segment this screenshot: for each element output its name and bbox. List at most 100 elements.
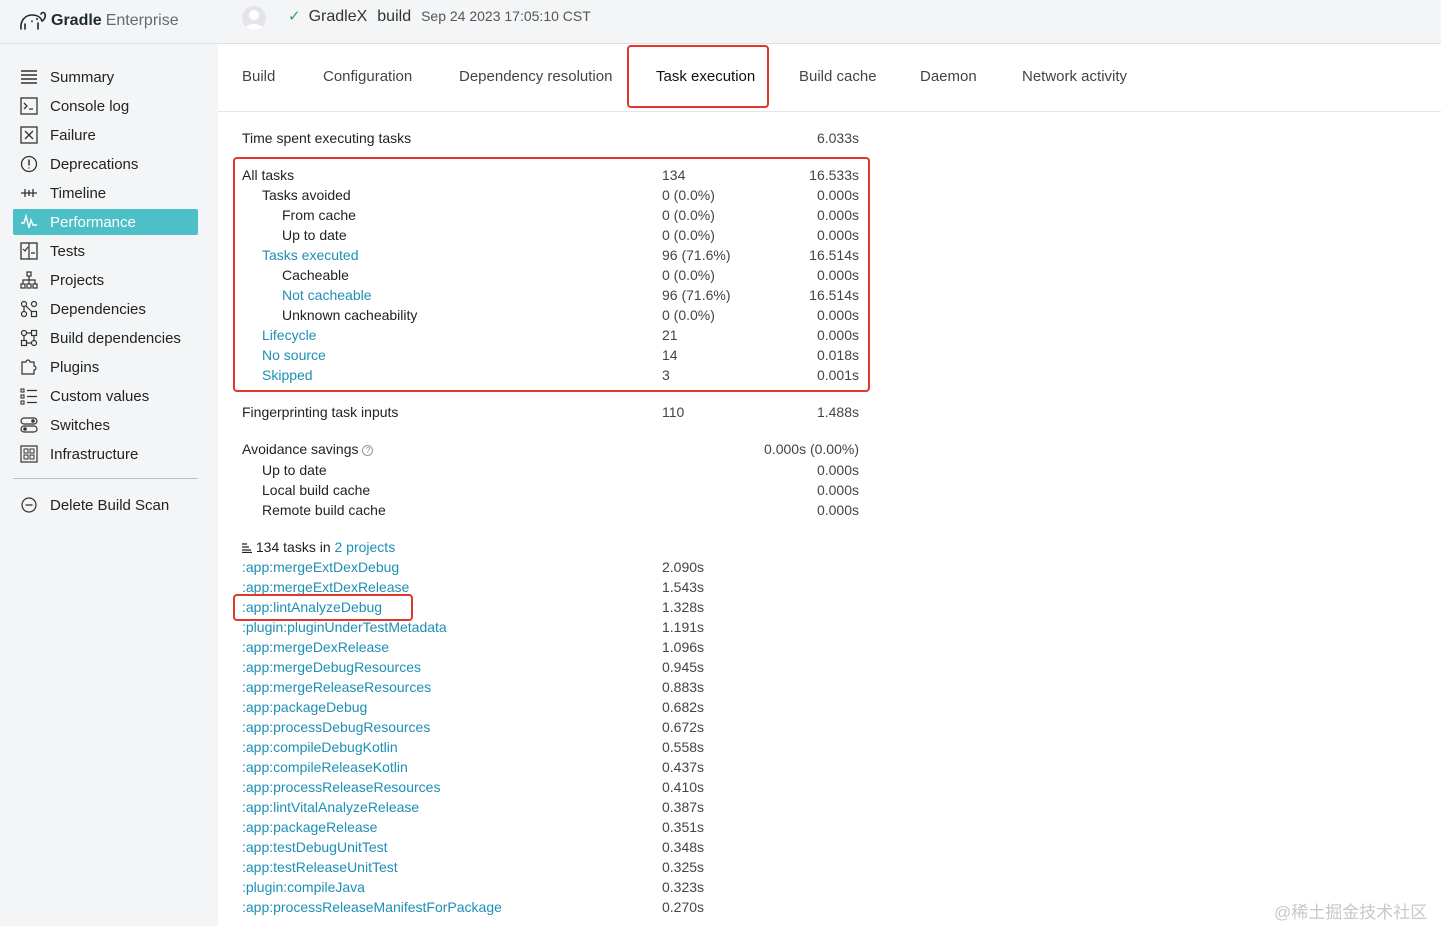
task-name-link[interactable]: :app:lintVitalAnalyzeRelease	[242, 797, 419, 817]
tab-dependency-resolution[interactable]: Dependency resolution	[459, 68, 612, 85]
sidebar-item-switches[interactable]: Switches	[13, 412, 198, 438]
plugin-icon	[20, 358, 38, 376]
lint-task-highlight-box	[233, 594, 413, 621]
sidebar-item-deprecations[interactable]: Deprecations	[13, 151, 198, 177]
sidebar-item-label: Build dependencies	[50, 329, 181, 347]
task-row: :app:testDebugUnitTest 0.348s	[242, 837, 722, 857]
sidebar-item-label: Projects	[50, 271, 105, 289]
task-name-link[interactable]: :app:compileDebugKotlin	[242, 737, 398, 757]
sidebar-item-projects[interactable]: Projects	[13, 267, 198, 293]
task-name-link[interactable]: :app:packageRelease	[242, 817, 377, 837]
task-name-link[interactable]: :app:processReleaseManifestForPackage	[242, 897, 502, 917]
sidebar-divider	[13, 478, 198, 479]
switches-icon	[20, 416, 38, 434]
fingerprint-label: Fingerprinting task inputs	[242, 404, 399, 420]
project-name: GradleX	[308, 8, 368, 25]
sidebar-item-infrastructure[interactable]: Infrastructure	[13, 441, 198, 467]
task-name-link[interactable]: :app:processDebugResources	[242, 717, 430, 737]
sidebar-item-label: Performance	[50, 213, 136, 231]
task-row: :app:processDebugResources 0.672s	[242, 717, 722, 737]
task-duration: 0.348s	[662, 839, 705, 855]
task-name-link[interactable]: :app:compileReleaseKotlin	[242, 757, 408, 777]
performance-tabs: Build Configuration Dependency resolutio…	[218, 44, 1441, 112]
task-name-link[interactable]: :app:mergeReleaseResources	[242, 677, 431, 697]
sidebar-item-label: Infrastructure	[50, 445, 139, 463]
warning-icon	[20, 155, 38, 173]
task-row: :app:mergeReleaseResources 0.883s	[242, 677, 722, 697]
tab-network-activity[interactable]: Network activity	[1022, 68, 1127, 85]
dependencies-icon	[20, 300, 38, 318]
task-duration: 0.351s	[662, 819, 705, 835]
task-name-link[interactable]: :plugin:compileJava	[242, 877, 365, 897]
sidebar-item-label: Switches	[50, 416, 111, 434]
fingerprint-count: 110	[662, 404, 685, 420]
tab-daemon[interactable]: Daemon	[920, 68, 977, 85]
task-duration: 0.387s	[662, 799, 705, 815]
task-name-link[interactable]: :app:testDebugUnitTest	[242, 837, 388, 857]
sidebar-item-custom-values[interactable]: Custom values	[13, 383, 198, 409]
sidebar-item-label: Tests	[50, 242, 86, 260]
console-icon	[20, 97, 38, 115]
top-header: Gradle Enterprise ✓ GradleX build Sep 24…	[0, 0, 1441, 44]
avoidance-up-to-date-label: Up to date	[262, 462, 327, 478]
sidebar-item-tests[interactable]: Tests	[13, 238, 198, 264]
task-name-link[interactable]: :app:mergeDebugResources	[242, 657, 421, 677]
sort-icon[interactable]	[242, 538, 252, 558]
delete-build-scan-label: Delete Build Scan	[50, 496, 170, 514]
projects-link[interactable]: 2 projects	[335, 539, 396, 555]
task-duration: 0.682s	[662, 699, 705, 715]
task-name-link[interactable]: :app:testReleaseUnitTest	[242, 857, 398, 877]
build-title: ✓ GradleX build Sep 24 2023 17:05:10 CST	[288, 7, 591, 29]
task-row: :plugin:compileJava 0.323s	[242, 877, 722, 897]
task-name-link[interactable]: :app:packageDebug	[242, 697, 367, 717]
sidebar-item-label: Deprecations	[50, 155, 139, 173]
list-icon	[20, 68, 38, 86]
user-avatar[interactable]	[242, 6, 266, 30]
task-row: :app:packageRelease 0.351s	[242, 817, 722, 837]
build-task-name: build	[377, 8, 412, 25]
task-duration: 2.090s	[662, 559, 705, 575]
sidebar-item-build-dependencies[interactable]: Build dependencies	[13, 325, 198, 351]
time-spent-label: Time spent executing tasks	[242, 130, 412, 146]
timeline-icon	[20, 184, 38, 202]
watermark: @稀土掘金技术社区	[1274, 903, 1428, 922]
task-name-link[interactable]: :app:mergeDexRelease	[242, 637, 389, 657]
task-name-link[interactable]: :app:mergeExtDexDebug	[242, 557, 399, 577]
avoidance-savings-label: Avoidance savings	[242, 441, 359, 457]
avoidance-remote-cache-label: Remote build cache	[262, 502, 386, 518]
sidebar-item-summary[interactable]: Summary	[13, 64, 198, 90]
sidebar-item-console-log[interactable]: Console log	[13, 93, 198, 119]
task-duration: 0.325s	[662, 859, 705, 875]
sidebar-item-timeline[interactable]: Timeline	[13, 180, 198, 206]
sidebar-item-label: Plugins	[50, 358, 100, 376]
task-name-link[interactable]: :app:processReleaseResources	[242, 777, 440, 797]
help-icon[interactable]: ?	[362, 445, 374, 456]
failure-icon	[20, 126, 38, 144]
gradle-enterprise-logo[interactable]: Gradle Enterprise	[18, 5, 179, 37]
sidebar: Summary Console log Failure Deprecations…	[0, 44, 218, 926]
tab-configuration[interactable]: Configuration	[323, 68, 412, 85]
sidebar-item-label: Custom values	[50, 387, 150, 405]
delete-build-scan-button[interactable]: Delete Build Scan	[13, 492, 198, 518]
task-duration: 0.323s	[662, 879, 705, 895]
tab-build-cache[interactable]: Build cache	[799, 68, 877, 85]
task-row: :app:testReleaseUnitTest 0.325s	[242, 857, 722, 877]
task-row: :app:compileDebugKotlin 0.558s	[242, 737, 722, 757]
task-duration: 1.096s	[662, 639, 705, 655]
sidebar-item-plugins[interactable]: Plugins	[13, 354, 198, 380]
sidebar-item-dependencies[interactable]: Dependencies	[13, 296, 198, 322]
avoidance-savings-heading: Avoidance savings?	[242, 439, 374, 459]
sidebar-item-label: Failure	[50, 126, 96, 144]
task-row: :app:packageDebug 0.682s	[242, 697, 722, 717]
brand-bold: Gradle	[51, 12, 102, 29]
task-duration: 0.270s	[662, 899, 705, 915]
sidebar-item-performance[interactable]: Performance	[13, 209, 198, 235]
task-row: :app:mergeDebugResources 0.945s	[242, 657, 722, 677]
task-duration: 0.558s	[662, 739, 705, 755]
sidebar-item-failure[interactable]: Failure	[13, 122, 198, 148]
success-check-icon: ✓	[288, 8, 301, 25]
brand-light: Enterprise	[105, 12, 179, 29]
tab-build[interactable]: Build	[242, 68, 275, 85]
task-duration: 0.883s	[662, 679, 705, 695]
sidebar-item-label: Timeline	[50, 184, 107, 202]
